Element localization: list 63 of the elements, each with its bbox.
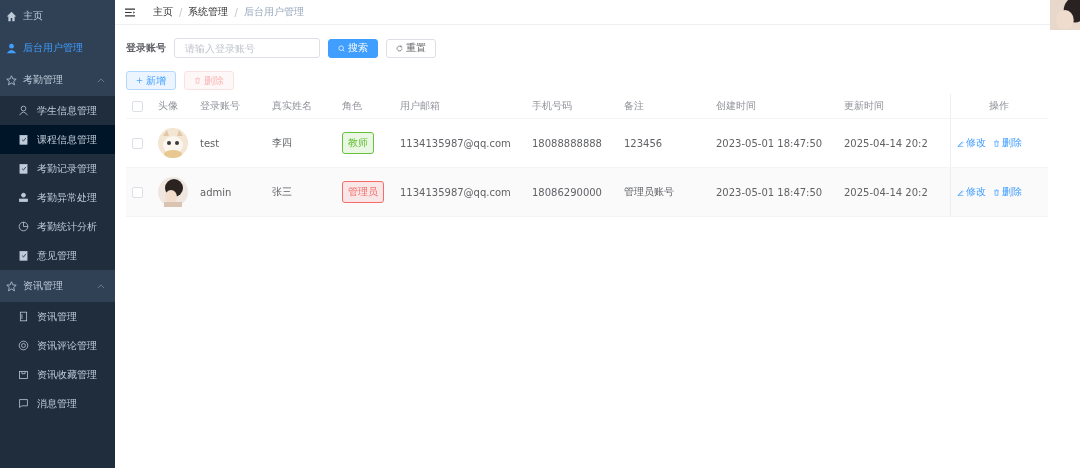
column-header: 真实姓名 xyxy=(272,100,312,111)
home-icon xyxy=(6,10,17,22)
table-cell: 张三 xyxy=(272,186,292,197)
table-cell: 123456 xyxy=(624,137,663,149)
pencil-icon xyxy=(956,188,964,196)
document-icon xyxy=(18,311,29,322)
column-header: 操作 xyxy=(989,100,1010,111)
breadcrumb-item[interactable]: 系统管理 xyxy=(188,5,229,19)
table-cell: 1134135987@qq.com xyxy=(400,137,511,149)
table-cell: 1134135987@qq.com xyxy=(400,186,511,198)
trash-icon xyxy=(992,139,1000,147)
stamp-icon xyxy=(18,192,29,203)
role-tag: 教师 xyxy=(342,132,374,154)
person-icon xyxy=(6,42,17,54)
breadcrumb-separator: / xyxy=(179,6,183,18)
clipboard-icon xyxy=(18,134,29,145)
sidebar-item[interactable]: 后台用户管理 xyxy=(0,32,115,64)
checkbox[interactable] xyxy=(132,100,143,112)
sidebar-item[interactable]: 主页 xyxy=(0,0,115,32)
checkbox[interactable] xyxy=(132,186,143,198)
table-cell: 2025-04-14 20:2 xyxy=(844,137,928,149)
pencil-icon xyxy=(956,139,964,147)
table-cell: 2023-05-01 18:47:50 xyxy=(716,137,823,149)
table-cell: 李四 xyxy=(272,137,292,148)
breadcrumb-item: 后台用户管理 xyxy=(243,5,304,19)
sidebar-group[interactable]: 考勤管理 xyxy=(0,64,115,96)
breadcrumb-separator: / xyxy=(234,6,238,18)
trash-icon xyxy=(194,77,201,84)
trash-icon xyxy=(992,188,1000,196)
column-header: 更新时间 xyxy=(844,100,884,111)
breadcrumb-item[interactable]: 主页 xyxy=(153,5,173,19)
box-icon xyxy=(18,369,29,380)
table-cell: 18086290000 xyxy=(532,186,602,198)
star-icon xyxy=(6,74,17,86)
field-label: 登录账号 xyxy=(126,41,166,55)
column-header: 创建时间 xyxy=(716,100,756,111)
menu-icon[interactable] xyxy=(125,7,135,17)
column-header: 角色 xyxy=(342,100,362,111)
column-header: 用户邮箱 xyxy=(400,100,440,111)
refresh-icon xyxy=(396,44,403,52)
star-icon xyxy=(6,280,17,292)
clipboard-icon xyxy=(18,163,29,174)
role-tag: 管理员 xyxy=(342,181,384,203)
sidebar-group[interactable]: 资讯管理 xyxy=(0,270,115,302)
pie-chart-icon xyxy=(18,221,29,232)
column-header: 登录账号 xyxy=(200,100,240,111)
column-header: 手机号码 xyxy=(532,100,572,111)
person-icon xyxy=(18,105,29,116)
reset-button[interactable]: 重置 xyxy=(386,38,436,58)
chat-icon xyxy=(18,398,29,409)
checkbox[interactable] xyxy=(132,137,143,149)
plus-icon xyxy=(136,77,143,84)
sidebar-item[interactable]: 课程信息管理 xyxy=(0,125,115,154)
column-header: 备注 xyxy=(624,100,644,111)
clipboard-icon xyxy=(18,250,29,261)
table-cell: 2023-05-01 18:47:50 xyxy=(716,186,823,198)
table-cell: test xyxy=(200,137,220,149)
column-header: 头像 xyxy=(158,100,178,111)
table-cell: 管理员账号 xyxy=(624,186,674,197)
table-cell: 18088888888 xyxy=(532,137,602,149)
search-icon xyxy=(338,44,345,52)
table-cell: admin xyxy=(200,186,232,198)
table-cell: 2025-04-14 20:2 xyxy=(844,186,928,198)
